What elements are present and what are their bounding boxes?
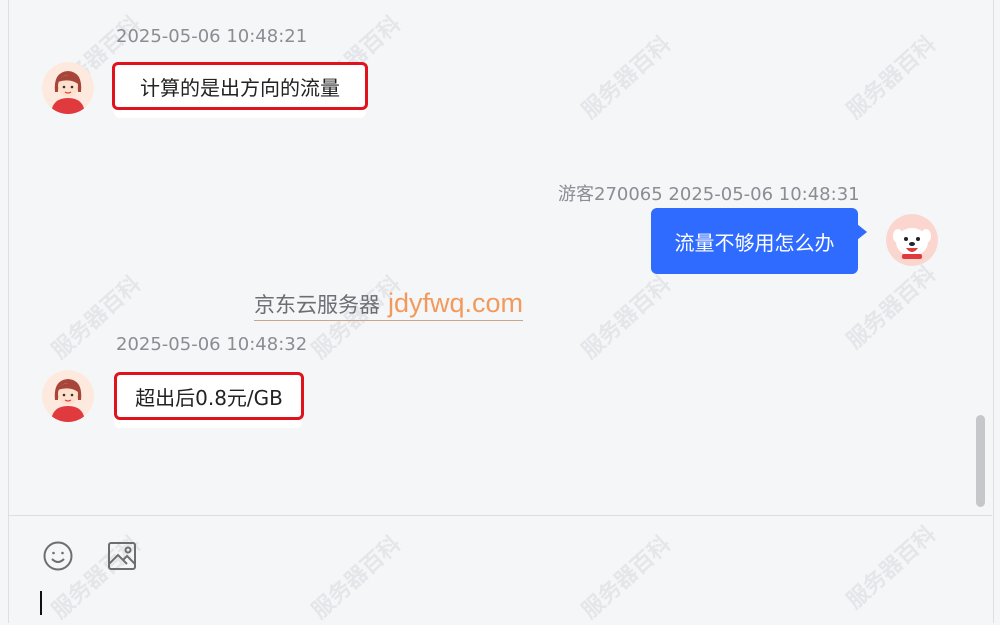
agent-avatar bbox=[42, 62, 94, 114]
brand-cn: 京东云服务器 bbox=[254, 293, 380, 317]
brand-watermark: 京东云服务器 jdyfwq.com bbox=[254, 288, 524, 321]
message-text: 超出后0.8元/GB bbox=[114, 372, 304, 420]
message-list[interactable]: 2025-05-06 10:48:21 计算的是出方向的流量 游客270065 … bbox=[0, 0, 1000, 515]
input-divider bbox=[8, 515, 992, 516]
image-icon[interactable] bbox=[106, 540, 138, 572]
message-timestamp: 2025-05-06 10:48:32 bbox=[116, 334, 308, 355]
scrollbar-thumb[interactable] bbox=[976, 415, 985, 507]
smile-icon[interactable] bbox=[42, 540, 74, 572]
brand-en: jdyfwq.com bbox=[388, 288, 524, 318]
message-timestamp: 2025-05-06 10:48:21 bbox=[116, 26, 308, 47]
message-sender-timestamp: 游客270065 2025-05-06 10:48:31 bbox=[558, 184, 860, 205]
message-input-caret[interactable] bbox=[40, 591, 42, 615]
message-text: 计算的是出方向的流量 bbox=[112, 62, 368, 110]
user-avatar bbox=[886, 214, 938, 266]
brand-underline bbox=[254, 320, 524, 321]
agent-avatar bbox=[42, 370, 94, 422]
message-text: 流量不够用怎么办 bbox=[651, 208, 867, 274]
